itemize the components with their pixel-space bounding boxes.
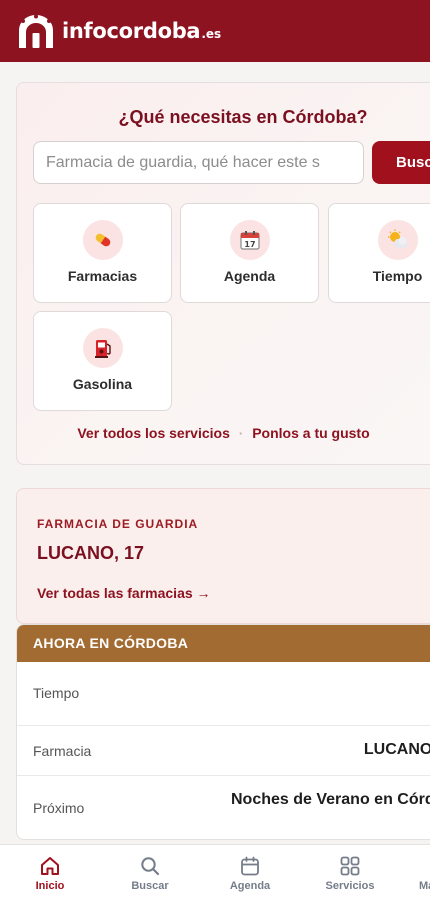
nav-label: Servicios	[325, 880, 375, 892]
nav-item-servicios[interactable]: Servicios	[300, 845, 400, 900]
logo-tld-text: .es	[201, 27, 222, 41]
services-links: Ver todos los servicios · Ponlos a tu gu…	[17, 425, 430, 441]
calendar-icon: 17	[229, 220, 270, 260]
pharmacy-name: LUCANO, 17	[37, 543, 145, 563]
now-row-key: Farmacia	[33, 743, 92, 759]
nav-item-agenda[interactable]: Agenda	[200, 845, 300, 900]
link-separator: ·	[238, 425, 244, 441]
now-row-farmacia[interactable]: Farmacia LUCANO, 17	[17, 725, 430, 775]
service-tile-agenda[interactable]: 17 Agenda	[180, 203, 319, 303]
arch-logo-icon	[19, 14, 53, 48]
sun-cloud-icon	[377, 220, 418, 260]
now-in-cordoba-card: AHORA EN CÓRDOBA Tiempo Farmacia LUCANO,…	[16, 624, 430, 840]
pill-icon	[82, 220, 123, 260]
customize-link[interactable]: Ponlos a tu gusto	[252, 425, 369, 441]
svg-text:17: 17	[244, 240, 255, 249]
now-row-proximo[interactable]: Próximo Noches de Verano en Córdoba	[17, 775, 430, 839]
nav-label: Más	[419, 880, 430, 892]
now-row-tiempo[interactable]: Tiempo	[17, 662, 430, 712]
service-label: Tiempo	[372, 268, 423, 284]
bottom-nav: Inicio Buscar Agenda Servicios M	[0, 844, 430, 900]
nav-label: Inicio	[35, 880, 65, 892]
fuel-pump-icon	[82, 328, 123, 368]
grid-icon	[340, 856, 360, 876]
calendar-icon	[241, 856, 259, 876]
search-input[interactable]	[33, 141, 364, 184]
all-pharmacies-link[interactable]: Ver todas las farmacias →	[37, 585, 211, 601]
now-row-key: Próximo	[33, 800, 85, 816]
logo-main-text: infocordoba	[62, 19, 201, 43]
logo-wordmark: infocordoba .es	[62, 19, 221, 43]
pharmacy-eyebrow: FARMACIA DE GUARDIA	[37, 517, 199, 531]
nav-item-mas[interactable]: Más	[400, 845, 430, 900]
pharmacy-on-duty-card: FARMACIA DE GUARDIA LUCANO, 17 Ver todas…	[16, 488, 430, 624]
all-services-link[interactable]: Ver todos los servicios	[77, 425, 230, 441]
top-header: infocordoba .es	[0, 0, 430, 62]
nav-label: Agenda	[229, 880, 271, 892]
service-tile-gasolina[interactable]: Gasolina	[33, 311, 172, 411]
search-button[interactable]: Buscar	[372, 141, 430, 184]
now-heading: AHORA EN CÓRDOBA	[17, 625, 430, 662]
now-row-value: Noches de Verano en Córdoba	[231, 791, 430, 808]
service-tile-tiempo[interactable]: Tiempo	[328, 203, 430, 303]
service-label: Gasolina	[72, 376, 133, 392]
app-root: infocordoba .es ¿Qué necesitas en Córdob…	[0, 0, 430, 900]
service-tile-farmacias[interactable]: Farmacias	[33, 203, 172, 303]
nav-item-buscar[interactable]: Buscar	[100, 845, 200, 900]
nav-item-inicio[interactable]: Inicio	[0, 845, 100, 900]
home-logo-link[interactable]: infocordoba .es	[15, 12, 221, 50]
home-icon	[41, 857, 59, 875]
nav-label: Buscar	[131, 880, 169, 892]
service-label: Farmacias	[67, 268, 138, 284]
search-title: ¿Qué necesitas en Córdoba?	[118, 107, 368, 127]
service-label: Agenda	[223, 268, 276, 284]
search-card: ¿Qué necesitas en Córdoba? Buscar Farmac…	[16, 82, 430, 465]
now-row-value: LUCANO, 17	[363, 741, 430, 758]
now-row-key: Tiempo	[33, 685, 80, 701]
search-icon	[141, 857, 160, 876]
